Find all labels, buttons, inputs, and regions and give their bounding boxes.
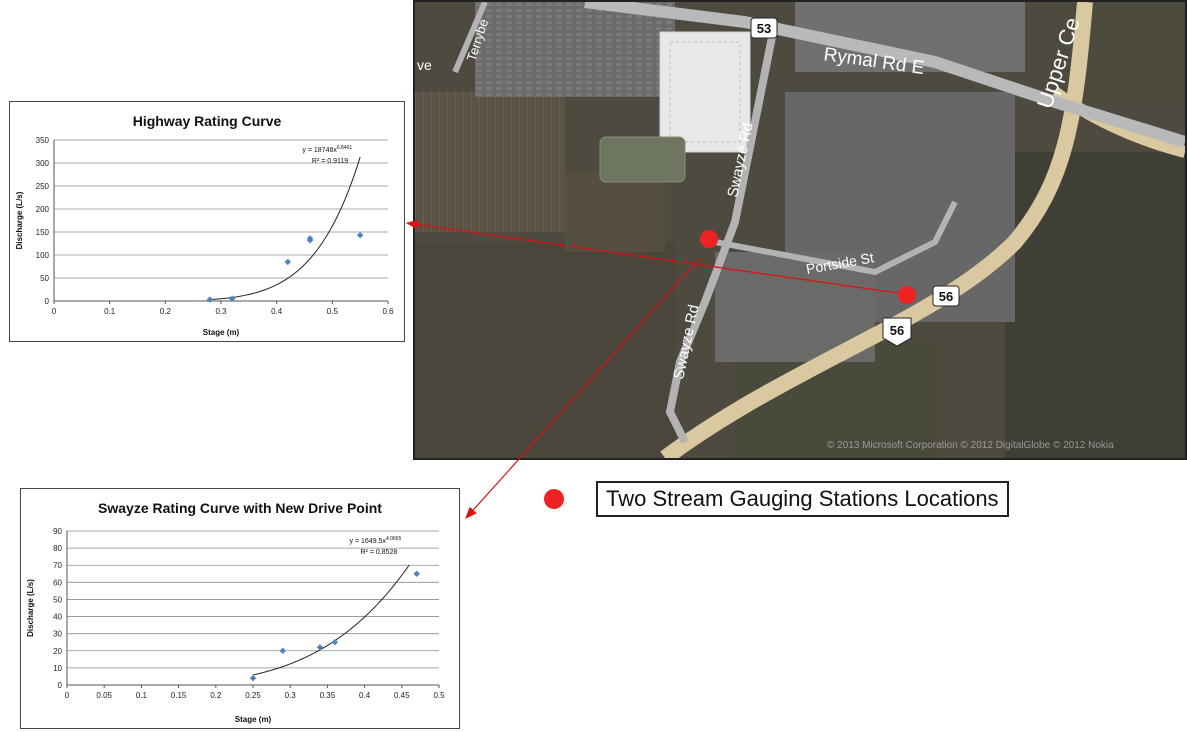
parking-northwest bbox=[475, 2, 675, 97]
y-tick-label: 30 bbox=[53, 630, 62, 639]
aerial-map[interactable]: Rymal Rd E Upper Ce Terrybe ve Swayze Rd… bbox=[413, 0, 1187, 460]
chart-title: Swayze Rating Curve with New Drive Point bbox=[98, 500, 382, 516]
chart-title: Highway Rating Curve bbox=[133, 113, 282, 129]
field-west bbox=[415, 92, 565, 232]
x-axis-label: Stage (m) bbox=[235, 715, 272, 724]
y-tick-label: 80 bbox=[53, 544, 62, 553]
y-tick-label: 40 bbox=[53, 613, 62, 622]
trendline-equation: y = 1649.5x4.0665 bbox=[350, 536, 402, 545]
svg-text:56: 56 bbox=[939, 289, 953, 304]
data-point bbox=[279, 647, 286, 654]
aerial-map-svg: Rymal Rd E Upper Ce Terrybe ve Swayze Rd… bbox=[415, 2, 1185, 458]
y-tick-label: 70 bbox=[53, 561, 62, 570]
trendline-equation: y = 18748x6.8461 bbox=[302, 145, 352, 154]
field-southwest bbox=[415, 242, 675, 458]
y-tick-label: 90 bbox=[53, 527, 62, 536]
x-tick-label: 0.05 bbox=[96, 691, 112, 700]
y-axis-label: Discharge (L/s) bbox=[15, 191, 24, 249]
svg-text:56: 56 bbox=[890, 323, 904, 338]
legend: Two Stream Gauging Stations Locations bbox=[544, 481, 1009, 517]
x-tick-label: 0 bbox=[65, 691, 70, 700]
highway-rating-chart: Highway Rating Curve 0 50 100 150 200 250 300 35… bbox=[9, 101, 405, 342]
trendline-exponent: 4.0665 bbox=[386, 536, 402, 542]
y-tick-label: 0 bbox=[58, 681, 63, 690]
legend-label: Two Stream Gauging Stations Locations bbox=[596, 481, 1009, 517]
x-tick-label: 0.3 bbox=[215, 307, 227, 316]
data-point bbox=[316, 644, 324, 651]
trendline bbox=[252, 564, 410, 676]
y-tick-label: 50 bbox=[53, 595, 62, 604]
x-tick-label: 0.25 bbox=[245, 691, 261, 700]
y-tick-label: 20 bbox=[53, 647, 62, 656]
trendline-r2: R² = 0.9119 bbox=[312, 158, 348, 165]
y-tick-label: 150 bbox=[36, 228, 50, 237]
map-copyright: © 2013 Microsoft Corporation © 2012 Digi… bbox=[827, 440, 1114, 451]
y-tick-label: 10 bbox=[53, 664, 62, 673]
y-tick-label: 200 bbox=[36, 205, 50, 214]
y-tick-label: 100 bbox=[36, 251, 50, 260]
data-point bbox=[249, 674, 257, 682]
x-tick-label: 0.1 bbox=[104, 307, 116, 316]
x-tick-label: 0.15 bbox=[171, 691, 187, 700]
x-tick-label: 0.6 bbox=[382, 307, 394, 316]
data-point bbox=[413, 570, 420, 577]
trendline-r2: R² = 0.8528 bbox=[360, 549, 397, 556]
x-tick-label: 0.4 bbox=[271, 307, 283, 316]
x-tick-label: 0.45 bbox=[394, 691, 410, 700]
swayze-rating-chart-svg: Swayze Rating Curve with New Drive Point… bbox=[26, 500, 445, 724]
x-tick-label: 0.5 bbox=[433, 691, 445, 700]
x-axis-label: Stage (m) bbox=[203, 328, 240, 337]
x-tick-label: 0.4 bbox=[359, 691, 371, 700]
svg-text:53: 53 bbox=[757, 21, 771, 36]
ve-label: ve bbox=[417, 57, 432, 73]
y-tick-label: 60 bbox=[53, 578, 62, 587]
data-point bbox=[356, 232, 364, 239]
legend-dot bbox=[544, 489, 564, 509]
y-tick-label: 350 bbox=[36, 136, 50, 145]
data-point bbox=[284, 258, 291, 266]
x-tick-label: 0.2 bbox=[210, 691, 222, 700]
trendline-exponent: 6.8461 bbox=[337, 145, 353, 151]
x-tick-label: 0.3 bbox=[285, 691, 297, 700]
y-tick-label: 0 bbox=[45, 297, 50, 306]
y-tick-label: 250 bbox=[36, 182, 50, 191]
pond bbox=[599, 136, 686, 183]
route-53-shield: 53 bbox=[750, 17, 778, 39]
y-tick-label: 50 bbox=[40, 274, 49, 283]
x-tick-label: 0.35 bbox=[320, 691, 336, 700]
data-point bbox=[331, 639, 339, 646]
x-tick-label: 0 bbox=[52, 307, 57, 316]
y-tick-label: 300 bbox=[36, 159, 50, 168]
route-56-shield-east: 56 bbox=[932, 285, 960, 307]
x-tick-label: 0.1 bbox=[136, 691, 148, 700]
field-center bbox=[565, 172, 665, 252]
y-axis-label: Discharge (L/s) bbox=[26, 579, 35, 637]
field-east bbox=[1005, 152, 1185, 458]
x-tick-label: 0.2 bbox=[160, 307, 172, 316]
data-point bbox=[206, 296, 214, 303]
swayze-rating-chart: Swayze Rating Curve with New Drive Point… bbox=[20, 488, 460, 729]
highway-rating-chart-svg: Highway Rating Curve 0 50 100 150 200 250 300 35… bbox=[15, 113, 394, 337]
x-tick-label: 0.5 bbox=[327, 307, 339, 316]
